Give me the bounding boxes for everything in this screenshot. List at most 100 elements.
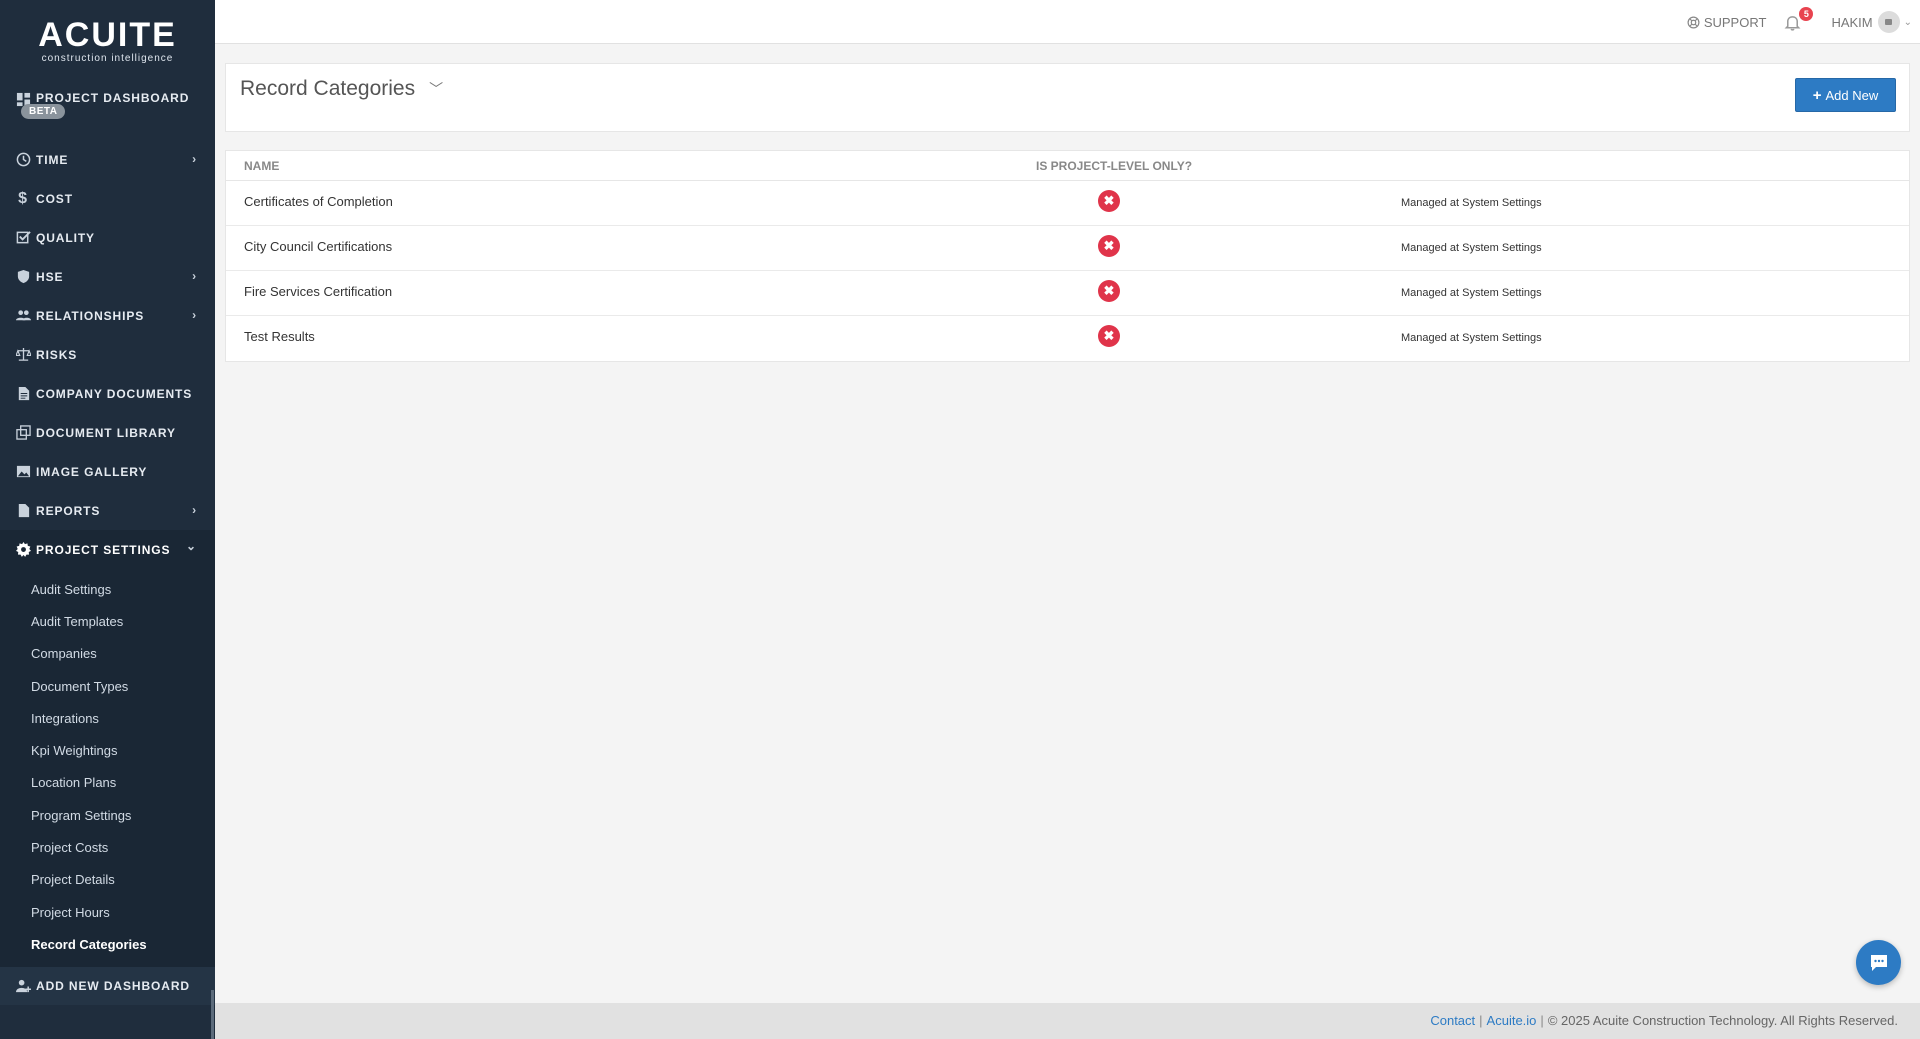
chevron-right-icon: › bbox=[192, 269, 197, 283]
sidebar-item-label: IMAGE GALLERY bbox=[36, 464, 148, 479]
record-categories-table: NAME IS PROJECT-LEVEL ONLY? Certificates… bbox=[225, 150, 1910, 362]
no-status-icon: ✖ bbox=[1098, 280, 1120, 302]
sidebar: ACUITE construction intelligence PROJECT… bbox=[0, 0, 215, 1039]
table-header: NAME IS PROJECT-LEVEL ONLY? bbox=[226, 151, 1909, 181]
acuite-site-link[interactable]: Acuite.io bbox=[1487, 1013, 1537, 1028]
category-name[interactable]: Test Results bbox=[244, 329, 315, 344]
subnav-item-location-plans[interactable]: Location Plans bbox=[0, 767, 215, 799]
chat-bubble-icon bbox=[1870, 954, 1887, 971]
footer-links: Contact | Acuite.io | © 2025 Acuite Cons… bbox=[1430, 1013, 1898, 1028]
user-name: HAKIM bbox=[1831, 14, 1873, 30]
sidebar-item-cost[interactable]: $ COST bbox=[0, 179, 215, 218]
plus-icon: + bbox=[1812, 86, 1822, 104]
user-menu[interactable]: HAKIM ⌄ bbox=[1831, 11, 1912, 33]
main-nav: PROJECT DASHBOARD TIME › $ COST QUALITY … bbox=[0, 78, 215, 569]
add-user-icon bbox=[15, 978, 31, 994]
brand-logo[interactable]: ACUITE construction intelligence bbox=[0, 0, 215, 78]
subnav-item-project-details[interactable]: Project Details bbox=[0, 864, 215, 896]
subnav-item-project-costs[interactable]: Project Costs bbox=[0, 831, 215, 863]
lifebuoy-icon bbox=[1687, 16, 1700, 28]
document-icon bbox=[15, 386, 31, 402]
subnav-item-kpi-weightings[interactable]: Kpi Weightings bbox=[0, 734, 215, 766]
chevron-right-icon: › bbox=[192, 308, 197, 322]
subnav-item-audit-templates[interactable]: Audit Templates bbox=[0, 605, 215, 637]
no-status-icon: ✖ bbox=[1098, 325, 1120, 347]
subnav-item-record-categories[interactable]: Record Categories bbox=[0, 928, 215, 960]
project-settings-subnav: Audit Settings Audit Templates Companies… bbox=[0, 569, 215, 967]
beta-badge: BETA bbox=[21, 104, 66, 119]
sidebar-resize-handle[interactable] bbox=[211, 990, 214, 1039]
sidebar-item-quality[interactable]: QUALITY bbox=[0, 218, 215, 257]
add-new-dashboard-button[interactable]: ADD NEW DASHBOARD bbox=[0, 966, 215, 1005]
sidebar-item-hse[interactable]: HSE › bbox=[0, 257, 215, 296]
footer-separator: | bbox=[1540, 1013, 1544, 1028]
chat-button[interactable] bbox=[1856, 940, 1901, 985]
copyright-text: © 2025 Acuite Construction Technology. A… bbox=[1547, 1013, 1898, 1028]
sidebar-item-image-gallery[interactable]: IMAGE GALLERY bbox=[0, 452, 215, 491]
topbar: SUPPORT 5 HAKIM ⌄ bbox=[215, 0, 1920, 44]
people-icon bbox=[15, 308, 31, 324]
chevron-right-icon: › bbox=[192, 503, 197, 517]
library-icon bbox=[15, 425, 31, 441]
column-header-name[interactable]: NAME bbox=[244, 159, 279, 173]
topbar-actions: SUPPORT 5 HAKIM ⌄ bbox=[1687, 0, 1912, 44]
clock-icon bbox=[15, 152, 31, 168]
add-new-label: Add New bbox=[1825, 87, 1879, 103]
sidebar-item-label: PROJECT DASHBOARD bbox=[36, 91, 190, 105]
sidebar-item-project-settings[interactable]: PROJECT SETTINGS ⌄ bbox=[0, 530, 215, 569]
gear-icon bbox=[15, 542, 31, 558]
chevron-down-icon: ﹀ bbox=[429, 81, 444, 97]
sidebar-item-label: HSE bbox=[36, 269, 64, 284]
contact-link[interactable]: Contact bbox=[1430, 1013, 1475, 1028]
sidebar-item-label: RISKS bbox=[36, 347, 78, 362]
avatar bbox=[1877, 11, 1900, 33]
table-row[interactable]: Test Results ✖ Managed at System Setting… bbox=[226, 316, 1909, 361]
shield-icon bbox=[15, 269, 31, 285]
sidebar-item-reports[interactable]: REPORTS › bbox=[0, 491, 215, 530]
sidebar-item-label: REPORTS bbox=[36, 503, 101, 518]
category-name[interactable]: Certificates of Completion bbox=[244, 194, 393, 209]
column-header-project-level[interactable]: IS PROJECT-LEVEL ONLY? bbox=[1036, 159, 1192, 173]
chevron-down-icon: ⌄ bbox=[186, 539, 197, 553]
page-header: Record Categories ﹀ + Add New bbox=[225, 63, 1910, 132]
sidebar-item-company-documents[interactable]: COMPANY DOCUMENTS bbox=[0, 374, 215, 413]
managed-note: Managed at System Settings bbox=[1401, 242, 1542, 254]
category-name[interactable]: City Council Certifications bbox=[244, 239, 392, 254]
notifications-button[interactable]: 5 bbox=[1784, 6, 1814, 31]
subnav-item-document-types[interactable]: Document Types bbox=[0, 670, 215, 702]
subnav-item-audit-settings[interactable]: Audit Settings bbox=[0, 573, 215, 605]
page-title: Record Categories bbox=[240, 77, 416, 100]
category-name[interactable]: Fire Services Certification bbox=[244, 284, 392, 299]
sidebar-item-label: DOCUMENT LIBRARY bbox=[36, 425, 176, 440]
notification-count-badge: 5 bbox=[1799, 6, 1814, 21]
table-row[interactable]: Fire Services Certification ✖ Managed at… bbox=[226, 271, 1909, 316]
table-row[interactable]: City Council Certifications ✖ Managed at… bbox=[226, 226, 1909, 271]
sidebar-item-relationships[interactable]: RELATIONSHIPS › bbox=[0, 296, 215, 335]
image-icon bbox=[15, 464, 31, 480]
subnav-item-companies[interactable]: Companies bbox=[0, 638, 215, 670]
footer-separator: | bbox=[1479, 1013, 1483, 1028]
dollar-icon: $ bbox=[18, 189, 28, 207]
scale-icon bbox=[15, 347, 31, 363]
chevron-right-icon: › bbox=[192, 152, 197, 166]
subnav-item-project-hours[interactable]: Project Hours bbox=[0, 896, 215, 928]
managed-note: Managed at System Settings bbox=[1401, 332, 1542, 344]
sidebar-item-label: PROJECT SETTINGS bbox=[36, 542, 171, 557]
footer: Contact | Acuite.io | © 2025 Acuite Cons… bbox=[215, 1003, 1920, 1039]
subnav-item-program-settings[interactable]: Program Settings bbox=[0, 799, 215, 831]
managed-note: Managed at System Settings bbox=[1401, 287, 1542, 299]
logo-text: ACUITE bbox=[38, 15, 177, 54]
add-new-button[interactable]: + Add New bbox=[1795, 78, 1896, 112]
support-link[interactable]: SUPPORT bbox=[1687, 14, 1767, 30]
sidebar-item-risks[interactable]: RISKS bbox=[0, 335, 215, 374]
sidebar-item-time[interactable]: TIME › bbox=[0, 140, 215, 179]
subnav-item-integrations[interactable]: Integrations bbox=[0, 702, 215, 734]
sidebar-item-label: ADD NEW DASHBOARD bbox=[36, 978, 190, 993]
managed-note: Managed at System Settings bbox=[1401, 197, 1542, 209]
table-row[interactable]: Certificates of Completion ✖ Managed at … bbox=[226, 181, 1909, 226]
sidebar-item-document-library[interactable]: DOCUMENT LIBRARY bbox=[0, 413, 215, 452]
page-title-dropdown[interactable]: Record Categories ﹀ bbox=[240, 77, 443, 101]
support-label: SUPPORT bbox=[1703, 14, 1767, 30]
no-status-icon: ✖ bbox=[1098, 190, 1120, 212]
checkbox-icon bbox=[15, 230, 31, 246]
